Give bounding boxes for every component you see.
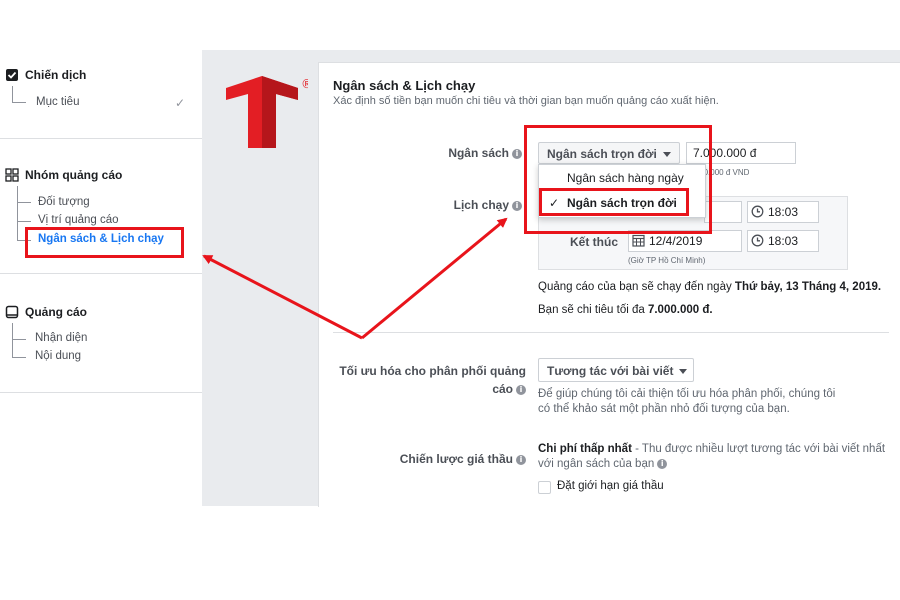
bid-strategy-desc: - Thu được nhiều lượt tương tác với bài …: [631, 443, 886, 455]
bid-strategy-label: Chiến lược giá thầu i: [360, 452, 526, 466]
tree-line: [12, 339, 26, 340]
info-icon[interactable]: i: [512, 200, 522, 211]
end-date-value: 12/4/2019: [649, 234, 703, 248]
sidebar-item-placement[interactable]: Vị trí quảng cáo: [38, 214, 119, 226]
optimization-label: Tối ưu hóa cho phân phối quảng cáo i: [330, 364, 526, 396]
bid-cap-checkbox[interactable]: [538, 481, 551, 494]
info-icon[interactable]: i: [516, 454, 526, 465]
tree-line: [17, 186, 18, 240]
section-title: Ngân sách & Lịch chạy: [333, 78, 476, 93]
optimization-help-line1: Để giúp chúng tôi cải thiện tối ưu hóa p…: [538, 388, 836, 400]
sidebar-ad-label: Quảng cáo: [25, 305, 88, 319]
spend-amount: 7.000.000 đ.: [647, 304, 713, 316]
grid-icon: [5, 168, 19, 182]
spend-prefix: Bạn sẽ chi tiêu tối đa: [538, 304, 648, 316]
optimization-dropdown[interactable]: Tương tác với bài viết: [538, 358, 694, 382]
end-label: Kết thúc: [570, 235, 618, 249]
sidebar-adset-label: Nhóm quảng cáo: [25, 168, 123, 182]
tree-line: [17, 221, 31, 222]
calendar-icon: [632, 234, 645, 247]
bid-strategy-desc-line2: với ngân sách của bạn i: [538, 458, 668, 470]
sidebar-divider: [0, 138, 202, 139]
info-icon[interactable]: i: [516, 384, 526, 395]
clock-icon: [751, 234, 764, 247]
budget-label: Ngân sách i: [420, 146, 522, 160]
bid-strategy-desc2: với ngân sách của bạn: [538, 458, 655, 470]
tree-line: [12, 357, 26, 358]
sidebar-section-ad[interactable]: Quảng cáo: [5, 305, 87, 319]
start-time-value: 18:03: [768, 205, 799, 219]
sidebar-item-audience[interactable]: Đối tượng: [38, 196, 90, 208]
highlight-box-lifetime-option: [539, 188, 689, 216]
sidebar-item-content[interactable]: Nội dung: [35, 350, 81, 362]
brand-logo-icon: ®: [226, 76, 308, 148]
end-time-value: 18:03: [768, 234, 799, 248]
timezone-note: (Giờ TP Hồ Chí Minh): [628, 256, 706, 265]
sidebar-item-identity[interactable]: Nhận diện: [35, 332, 87, 344]
bid-strategy-name: Chi phí thấp nhất: [538, 443, 632, 455]
optimization-selected: Tương tác với bài viết: [547, 364, 674, 378]
sidebar-section-campaign[interactable]: Chiến dịch: [5, 68, 86, 82]
sidebar-section-adset[interactable]: Nhóm quảng cáo: [5, 168, 122, 182]
section-subtitle: Xác định số tiền bạn muốn chi tiêu và th…: [333, 95, 719, 107]
bid-cap-label: Đặt giới hạn giá thầu: [557, 480, 664, 492]
sidebar-divider: [0, 392, 202, 393]
sidebar-divider: [0, 273, 202, 274]
registered-mark: ®: [301, 77, 308, 91]
optimization-label-line1: Tối ưu hóa cho phân phối quảng: [339, 364, 526, 378]
optimization-label-line2: cáo: [492, 382, 513, 396]
tree-line: [12, 323, 13, 357]
bid-strategy-label-text: Chiến lược giá thầu: [399, 452, 513, 466]
highlight-box-sidebar-item: [25, 227, 184, 258]
tree-line: [12, 102, 26, 103]
run-until-text: Quảng cáo của bạn sẽ chạy đến ngày Thứ b…: [538, 281, 881, 293]
caret-down-icon: [679, 369, 688, 375]
sidebar-item-objective[interactable]: Mục tiêu: [36, 96, 79, 108]
sidebar-campaign-label: Chiến dịch: [25, 68, 87, 82]
check-icon: ✓: [175, 96, 186, 110]
schedule-label-text: Lịch chạy: [453, 198, 509, 212]
ad-icon: [5, 305, 19, 319]
section-divider: [333, 332, 889, 333]
highlight-box-budget: [524, 125, 712, 234]
optimization-help-line2: có thể khảo sát một phần nhỏ đối tượng c…: [538, 403, 790, 415]
schedule-label: Lịch chạy i: [420, 198, 522, 212]
tree-line: [12, 86, 13, 102]
tree-line: [17, 202, 31, 203]
info-icon[interactable]: i: [657, 458, 668, 469]
spend-text: Bạn sẽ chi tiêu tối đa 7.000.000 đ.: [538, 304, 713, 316]
bid-strategy-desc-line1: Chi phí thấp nhất - Thu được nhiều lượt …: [538, 443, 885, 455]
run-until-prefix: Quảng cáo của bạn sẽ chạy đến ngày: [538, 281, 735, 293]
info-icon[interactable]: i: [512, 148, 522, 159]
budget-label-text: Ngân sách: [448, 146, 509, 160]
clock-icon: [751, 205, 764, 218]
run-until-date: Thứ bảy, 13 Tháng 4, 2019.: [734, 281, 882, 293]
checkbox-checked-icon: [6, 69, 18, 81]
